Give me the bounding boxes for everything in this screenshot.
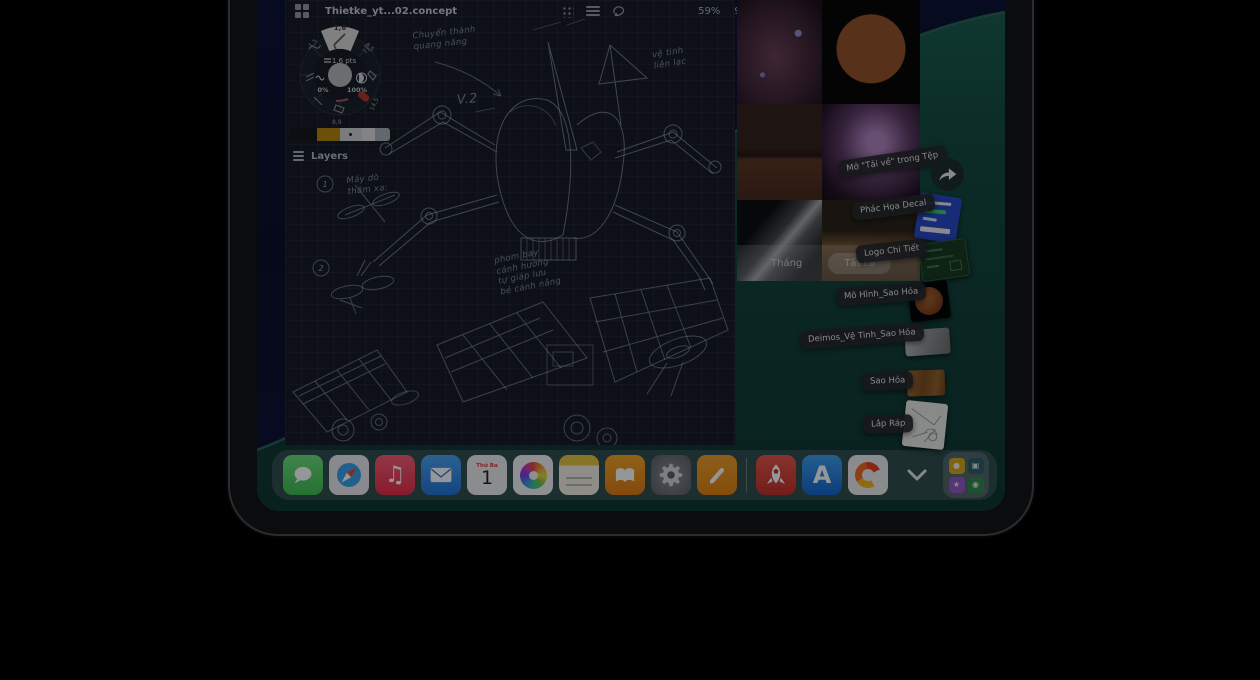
share-button[interactable] [931,158,964,191]
swatch-gold[interactable] [317,128,340,141]
settings-gear-icon [656,460,686,490]
mail-envelope-icon [428,465,454,485]
segment-size-4: 8,9 [332,119,342,126]
rocket-icon [762,461,790,489]
dock-app-library[interactable]: ● ▣ ★ ◉ [943,452,989,498]
app-library-mini-tips-icon: ● [949,458,965,474]
swatch-black[interactable] [289,128,317,141]
opacity-value: 100% [347,86,368,94]
pen-icon [703,461,731,489]
app-store-a-icon: A [813,461,832,489]
layers-menu-icon [293,149,304,163]
chevron-down-icon [906,468,928,482]
dock: ♫ Thứ Ba 1 [272,450,997,500]
dock-app-messages[interactable] [283,455,323,495]
recent-colors-strip[interactable] [289,128,390,141]
notes-lines-icon [566,477,592,479]
dock-app-photos[interactable] [513,455,553,495]
swatch-silver-selected[interactable] [340,128,362,141]
dock-divider [746,458,747,492]
photo-mars-surface[interactable] [737,104,822,200]
selected-size-label: 1,6 [334,24,347,32]
dock-app-rocket[interactable] [756,455,796,495]
wheel-center-knob[interactable] [328,63,352,87]
dock-app-notes[interactable] [559,455,599,495]
size-readout: 1,6 pts [332,57,357,65]
dock-app-calendar[interactable]: Thứ Ba 1 [467,455,507,495]
precision-grid-icon[interactable] [561,5,574,18]
ipad-screen: Thietke_yt...02.concept 59% 90° PRO ? [257,0,1005,511]
photos-flower-icon [520,462,547,489]
app-library-mini-green-icon: ◉ [968,477,984,493]
dock-app-safari[interactable] [329,455,369,495]
drawing-app-canvas[interactable]: Thietke_yt...02.concept 59% 90° PRO ? [285,0,735,445]
books-open-book-icon [612,464,638,486]
layers-panel-header[interactable]: Layers [293,149,348,163]
layers-label: Layers [311,151,348,162]
annotation-version: V.2 [456,91,478,109]
messages-bubble-icon [290,463,316,487]
calendar-day: 1 [481,469,493,487]
gallery-grid-icon[interactable] [295,4,309,18]
drag-item-label[interactable]: Sao Hỏa [862,371,914,391]
dock-app-settings[interactable] [651,455,691,495]
dock-app-app-store[interactable]: A [802,455,842,495]
dock-app-concepts[interactable] [848,455,888,495]
dock-app-sketch-pen[interactable] [697,455,737,495]
zoom-level[interactable]: 59% [698,6,720,17]
photo-mars-globe[interactable] [822,0,920,104]
pressure-value: 0% [317,86,329,94]
safari-compass-icon [333,459,365,491]
app-library-mini-star-icon: ★ [949,477,965,493]
drone-marker-2: 2 [318,264,323,273]
dock-app-mail[interactable] [421,455,461,495]
annotation-probe: Máy dò thăm xa: [346,172,388,197]
photos-app-panel: Tháng Tất cả [737,0,920,281]
music-note-icon: ♫ [385,462,406,488]
stroke-list-icon[interactable] [586,4,600,18]
app-toolbar: Thietke_yt...02.concept 59% 90° PRO ? [285,0,735,22]
drone-marker-1: 1 [322,180,327,189]
photos-tab-months[interactable]: Tháng [771,258,802,269]
share-arrow-icon [938,167,957,182]
app-library-mini-camera-icon: ▣ [968,458,984,474]
drag-item-label[interactable]: Lắp Ráp [863,414,914,434]
photo-nebula-horsehead[interactable] [737,0,822,104]
dock-collapse-chevron[interactable] [897,455,937,495]
selection-lasso-icon[interactable] [612,4,626,18]
swatch-gray[interactable] [375,128,390,141]
swatch-light[interactable] [362,128,375,141]
tool-wheel[interactable]: 1,6 1,5 8,5 14,5 8,9 1,6 pts 0% 100% [288,20,392,130]
dock-app-music[interactable]: ♫ [375,455,415,495]
concepts-c-icon [855,462,881,488]
document-title[interactable]: Thietke_yt...02.concept [325,6,457,17]
dock-app-books[interactable] [605,455,645,495]
